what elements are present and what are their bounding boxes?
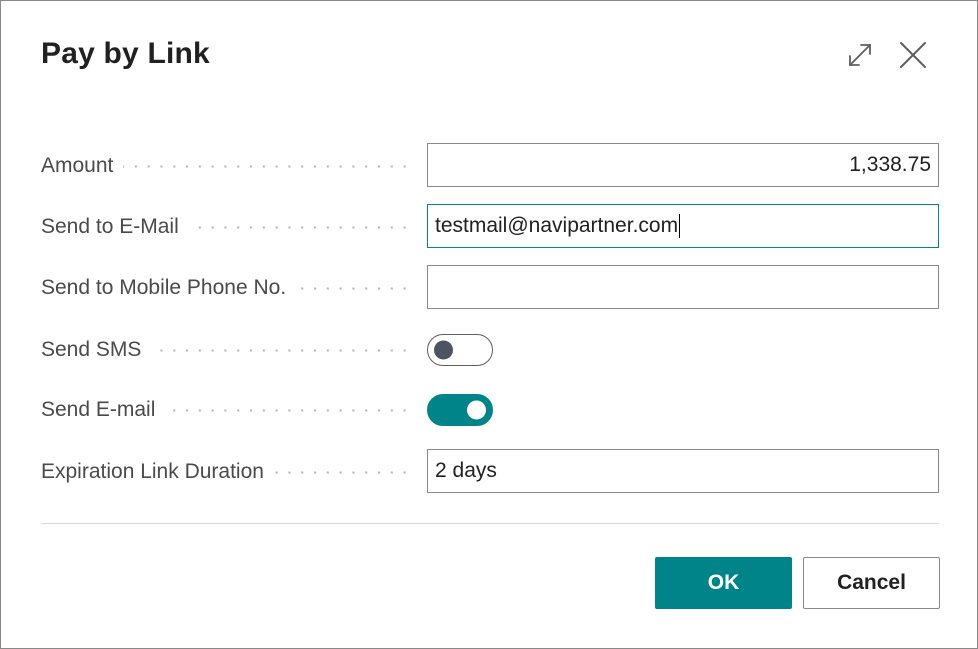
email-row: Send to E-Mail testmail@navipartner.com (41, 204, 939, 250)
cancel-button[interactable]: Cancel (803, 557, 940, 609)
send-email-row: Send E-mail (41, 387, 939, 433)
text-caret (679, 214, 681, 239)
expiration-row: Expiration Link Duration 2 days (41, 449, 939, 495)
send-sms-row: Send SMS (41, 327, 939, 373)
expiration-value: 2 days (435, 459, 497, 482)
ok-button[interactable]: OK (655, 557, 792, 609)
mobile-label: Send to Mobile Phone No. (41, 276, 297, 300)
amount-label: Amount (41, 154, 124, 178)
email-field[interactable]: testmail@navipartner.com (427, 204, 939, 248)
send-email-label: Send E-mail (41, 398, 166, 422)
amount-row: Amount 1,338.75 (41, 143, 939, 189)
mobile-phone-field[interactable] (427, 265, 939, 309)
expiration-duration-field[interactable]: 2 days (427, 449, 939, 493)
pay-by-link-dialog: Pay by Link Amount 1,338.75 Send to E-Ma… (0, 0, 978, 649)
expiration-label: Expiration Link Duration (41, 460, 274, 484)
close-icon[interactable] (897, 39, 929, 71)
expand-icon[interactable] (844, 39, 876, 71)
send-email-toggle[interactable] (427, 394, 493, 426)
email-label: Send to E-Mail (41, 215, 189, 239)
amount-value: 1,338.75 (849, 153, 931, 176)
toggle-knob (434, 340, 453, 360)
footer-divider (41, 523, 939, 524)
mobile-row: Send to Mobile Phone No. (41, 265, 939, 311)
amount-field[interactable]: 1,338.75 (427, 143, 939, 187)
send-sms-toggle[interactable] (427, 334, 493, 366)
dialog-title: Pay by Link (41, 37, 210, 70)
toggle-knob (467, 400, 486, 420)
email-value: testmail@navipartner.com (435, 214, 679, 237)
send-sms-label: Send SMS (41, 338, 152, 362)
